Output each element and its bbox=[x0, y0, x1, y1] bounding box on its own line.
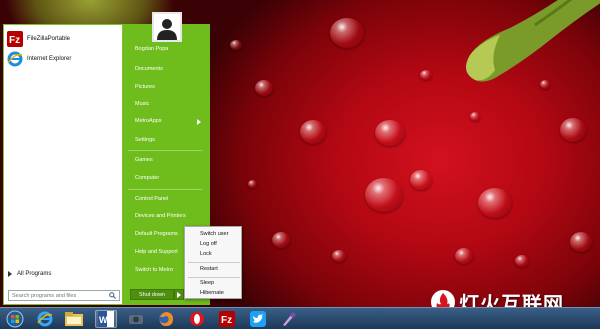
shut-down-label: Shut down bbox=[139, 291, 165, 298]
shut-down-options-button[interactable] bbox=[174, 289, 184, 300]
app-icon bbox=[129, 315, 143, 324]
filezilla-icon: Fz bbox=[7, 31, 23, 47]
water-drop bbox=[455, 248, 473, 264]
file-explorer-icon bbox=[65, 312, 83, 326]
water-drop bbox=[248, 180, 257, 188]
water-drop bbox=[255, 80, 273, 96]
taskbar-twitter[interactable] bbox=[247, 310, 269, 328]
water-drop bbox=[478, 188, 512, 218]
submenu-arrow-icon bbox=[197, 119, 201, 125]
paint-icon bbox=[283, 312, 296, 326]
opera-icon bbox=[190, 312, 204, 326]
pinned-item-label: Internet Explorer bbox=[27, 56, 72, 62]
start-menu: Fz FileZillaPortable Internet Explorer A… bbox=[3, 24, 210, 305]
water-drop bbox=[560, 118, 586, 142]
water-drop bbox=[420, 70, 432, 80]
pictures-link[interactable]: Pictures bbox=[135, 84, 155, 90]
water-drop bbox=[330, 18, 364, 48]
internet-explorer-icon bbox=[7, 51, 23, 67]
taskbar-word[interactable]: W bbox=[95, 310, 117, 328]
taskbar: W Fz bbox=[0, 307, 600, 329]
taskbar-firefox[interactable] bbox=[155, 310, 177, 328]
user-avatar[interactable] bbox=[152, 12, 182, 42]
start-menu-programs-pane: Fz FileZillaPortable Internet Explorer A… bbox=[3, 24, 123, 305]
games-link[interactable]: Games bbox=[135, 157, 153, 163]
pinned-item-label: FileZillaPortable bbox=[27, 36, 71, 42]
water-drop bbox=[272, 232, 290, 248]
computer-link[interactable]: Computer bbox=[135, 175, 159, 181]
help-and-support-link[interactable]: Help and Support bbox=[135, 249, 178, 255]
water-drop bbox=[540, 80, 550, 89]
water-drop bbox=[365, 178, 403, 212]
power-menu-item-hibernate[interactable]: Hibernate bbox=[200, 290, 224, 296]
control-panel-link[interactable]: Control Panel bbox=[135, 196, 168, 202]
internet-explorer-icon bbox=[37, 311, 53, 327]
water-drop bbox=[410, 170, 432, 190]
default-programs-link[interactable]: Default Programs bbox=[135, 231, 178, 237]
music-link[interactable]: Music bbox=[135, 101, 149, 107]
menu-separator bbox=[128, 150, 202, 151]
taskbar-internet-explorer[interactable] bbox=[34, 310, 56, 328]
documents-link[interactable]: Documents bbox=[135, 66, 163, 72]
taskbar-app[interactable] bbox=[125, 310, 147, 328]
word-icon: W bbox=[98, 311, 114, 327]
devices-and-printers-link[interactable]: Devices and Printers bbox=[135, 213, 186, 219]
start-orb-button[interactable] bbox=[4, 310, 26, 328]
water-drop bbox=[332, 250, 346, 262]
svg-text:Fz: Fz bbox=[221, 315, 232, 326]
search-programs-box bbox=[8, 290, 120, 301]
user-name-link[interactable]: Bogdan Popa bbox=[135, 46, 168, 52]
power-menu-item-lock[interactable]: Lock bbox=[200, 251, 212, 257]
twitter-icon bbox=[250, 311, 266, 327]
settings-link[interactable]: Settings bbox=[135, 137, 155, 143]
search-input[interactable] bbox=[12, 292, 102, 299]
power-options-menu: Switch user Log off Lock Restart Sleep H… bbox=[184, 226, 242, 299]
water-drop bbox=[300, 120, 326, 144]
taskbar-filezilla[interactable]: Fz bbox=[216, 310, 238, 328]
all-programs-label: All Programs bbox=[17, 271, 52, 277]
cherry-stem-graphic bbox=[466, 0, 600, 82]
water-drop bbox=[230, 40, 242, 50]
shut-down-button[interactable]: Shut down bbox=[130, 289, 174, 300]
svg-text:W: W bbox=[99, 315, 108, 325]
firefox-icon bbox=[159, 312, 173, 326]
power-menu-item-sleep[interactable]: Sleep bbox=[200, 280, 214, 286]
all-programs-button[interactable]: All Programs bbox=[8, 271, 51, 277]
triangle-right-icon bbox=[177, 291, 181, 298]
start-orb-icon bbox=[6, 310, 24, 328]
water-drop bbox=[470, 112, 480, 121]
triangle-right-icon bbox=[8, 271, 12, 277]
menu-separator bbox=[188, 262, 240, 263]
water-drop bbox=[375, 120, 405, 146]
water-drop bbox=[515, 255, 529, 267]
water-drop bbox=[570, 232, 592, 252]
svg-text:Fz: Fz bbox=[9, 35, 20, 46]
pinned-item-internet-explorer[interactable]: Internet Explorer bbox=[7, 49, 119, 69]
metro-apps-link[interactable]: MetroApps bbox=[135, 118, 162, 124]
search-icon[interactable] bbox=[109, 292, 116, 299]
power-menu-item-switch-user[interactable]: Switch user bbox=[200, 231, 228, 237]
menu-separator bbox=[188, 277, 240, 278]
power-menu-item-restart[interactable]: Restart bbox=[200, 266, 218, 272]
switch-to-metro-link[interactable]: Switch to Metro bbox=[135, 267, 173, 273]
taskbar-opera[interactable] bbox=[186, 310, 208, 328]
filezilla-icon: Fz bbox=[219, 311, 235, 327]
menu-separator bbox=[128, 189, 202, 190]
power-menu-item-log-off[interactable]: Log off bbox=[200, 241, 217, 247]
pinned-item-filezilla[interactable]: Fz FileZillaPortable bbox=[7, 29, 119, 49]
taskbar-paint[interactable] bbox=[278, 310, 300, 328]
taskbar-file-explorer[interactable] bbox=[63, 310, 85, 328]
